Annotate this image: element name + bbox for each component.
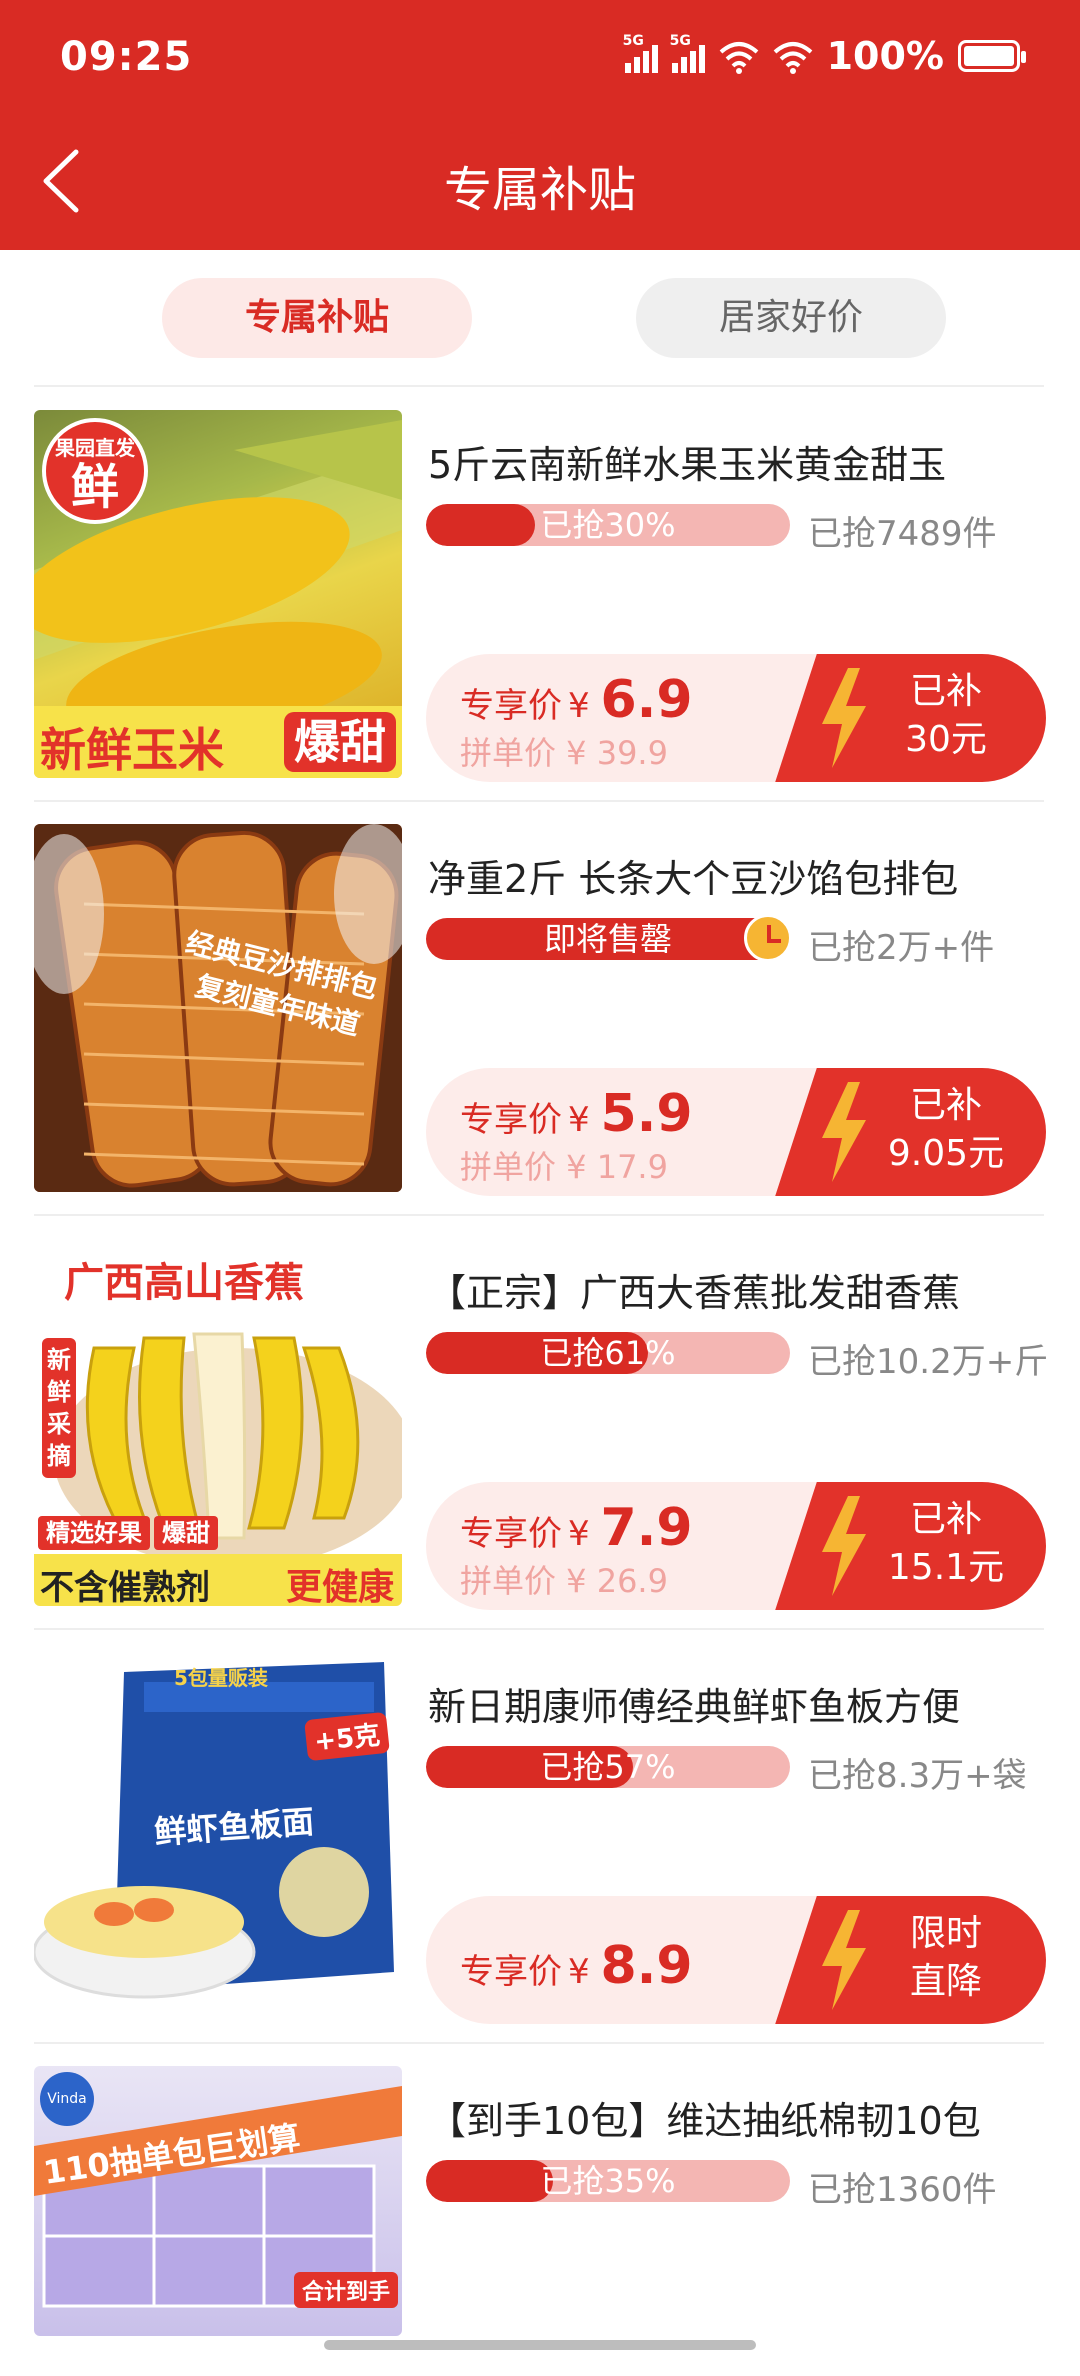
progress-label: 即将售罄: [543, 920, 672, 958]
buy-button[interactable]: 已补 30元 专享价 ¥ 6.9 拼单价 ¥ 39.9: [426, 654, 1046, 782]
product-title: 新日期康师傅经典鲜虾鱼板方便: [428, 1685, 961, 1729]
top-bar: 09:25 5G 5G 100% 专属补贴: [0, 0, 1080, 250]
thumb-caption-bar: 不含催熟剂 更健康: [34, 1554, 402, 1606]
progress-bar: 已抢30%: [426, 504, 790, 546]
subsidy-label: 已补 30元: [905, 671, 987, 760]
buy-button[interactable]: 限时 直降 专享价 ¥ 8.9: [426, 1896, 1046, 2024]
wifi-icon: [773, 39, 813, 74]
product-title: 【正宗】广西大香蕉批发甜香蕉: [428, 1271, 961, 1315]
exclusive-price: 专享价 ¥ 5.9: [460, 1084, 693, 1144]
wifi-icon: [719, 39, 759, 74]
vinda-logo: Vinda: [40, 2072, 94, 2126]
battery-icon: [958, 40, 1026, 72]
subsidy-label: 已补 9.05元: [887, 1085, 1005, 1174]
side-badge: 新鲜采摘: [42, 1338, 76, 1478]
progress-bar: 即将售罄: [426, 918, 790, 960]
sold-count: 已抢7489件: [808, 514, 997, 554]
status-icons: 5G 5G 100%: [623, 33, 1026, 78]
progress-bar: 已抢61%: [426, 1332, 790, 1374]
sold-count: 已抢1360件: [808, 2170, 997, 2210]
clock-icon: [744, 914, 792, 962]
progress-label: 已抢61%: [540, 1334, 676, 1372]
exclusive-price: 专享价 ¥ 6.9: [460, 670, 693, 730]
cell-signal-icon: 5G: [623, 33, 658, 73]
progress-label: 已抢57%: [540, 1748, 676, 1786]
buy-button[interactable]: 已补 15.1元 专享价 ¥ 7.9 拼单价 ¥ 26.9: [426, 1482, 1046, 1610]
product-title: 净重2斤 长条大个豆沙馅包排包: [428, 857, 959, 901]
progress-bar: 已抢35%: [426, 2160, 790, 2202]
sold-count: 已抢10.2万+斤: [808, 1342, 1049, 1382]
product-card[interactable]: Vinda 110抽单包巨划算 合计到手 【到手10包】维达抽纸棉韧10包 已抢…: [0, 2066, 1080, 2336]
status-bar: 09:25 5G 5G 100%: [0, 0, 1080, 120]
product-title: 【到手10包】维达抽纸棉韧10包: [428, 2099, 981, 2143]
battery-percent: 100%: [826, 34, 944, 78]
tab-home-deals[interactable]: 居家好价: [636, 278, 946, 358]
product-image[interactable]: 经典豆沙排排包 复刻童年味道: [34, 824, 402, 1192]
home-indicator[interactable]: [324, 2340, 756, 2350]
sold-count: 已抢8.3万+袋: [808, 1756, 1027, 1796]
sold-count: 已抢2万+件: [808, 928, 995, 968]
tab-exclusive-subsidy[interactable]: 专属补贴: [162, 278, 472, 358]
thumb-caption-bar: 新鲜玉米 爆甜: [34, 706, 402, 778]
exclusive-price: 专享价 ¥ 8.9: [460, 1936, 693, 1996]
tab-bar: 专属补贴 居家好价: [0, 278, 1080, 358]
status-time: 09:25: [60, 34, 193, 80]
page-title: 专属补贴: [443, 162, 636, 218]
divider: [34, 800, 1044, 802]
progress-bar: 已抢57%: [426, 1746, 790, 1788]
cell-signal-icon: 5G: [670, 33, 705, 73]
group-price: 拼单价 ¥ 39.9: [460, 734, 668, 772]
exclusive-price: 专享价 ¥ 7.9: [460, 1498, 693, 1558]
progress-label: 已抢30%: [540, 506, 676, 544]
product-image[interactable]: 5包量贩装 +5克 鲜虾鱼板面: [34, 1652, 402, 2020]
product-image[interactable]: Vinda 110抽单包巨划算 合计到手: [34, 2066, 402, 2336]
buy-button[interactable]: 已补 9.05元 专享价 ¥ 5.9 拼单价 ¥ 17.9: [426, 1068, 1046, 1196]
group-price: 拼单价 ¥ 17.9: [460, 1148, 668, 1186]
divider: [34, 1628, 1044, 1630]
product-card[interactable]: 5包量贩装 +5克 鲜虾鱼板面 新日期康师傅经典鲜虾鱼板方便 已抢57% 已抢8…: [0, 1652, 1080, 2064]
product-card[interactable]: 广西高山香蕉 新鲜采摘 精选好果 爆甜 不含催熟剂 更健康 【正宗】广西大香蕉批…: [0, 1238, 1080, 1650]
subsidy-label: 限时 直降: [909, 1913, 982, 2002]
product-image[interactable]: 广西高山香蕉 新鲜采摘 精选好果 爆甜 不含催熟剂 更健康: [34, 1238, 402, 1606]
fresh-badge: 果园直发 鲜: [42, 418, 148, 524]
product-image[interactable]: 果园直发 鲜 新鲜玉米 爆甜: [34, 410, 402, 778]
product-title: 5斤云南新鲜水果玉米黄金甜玉: [428, 443, 947, 487]
divider: [34, 385, 1044, 387]
product-card[interactable]: 经典豆沙排排包 复刻童年味道 净重2斤 长条大个豆沙馅包排包 即将售罄 已抢2万…: [0, 824, 1080, 1236]
product-card[interactable]: 果园直发 鲜 新鲜玉米 爆甜 5斤云南新鲜水果玉米黄金甜玉 已抢30% 已抢74…: [0, 410, 1080, 822]
divider: [34, 1214, 1044, 1216]
group-price: 拼单价 ¥ 26.9: [460, 1562, 668, 1600]
subsidy-label: 已补 15.1元: [887, 1499, 1005, 1588]
progress-label: 已抢35%: [540, 2162, 676, 2200]
divider: [34, 2042, 1044, 2044]
